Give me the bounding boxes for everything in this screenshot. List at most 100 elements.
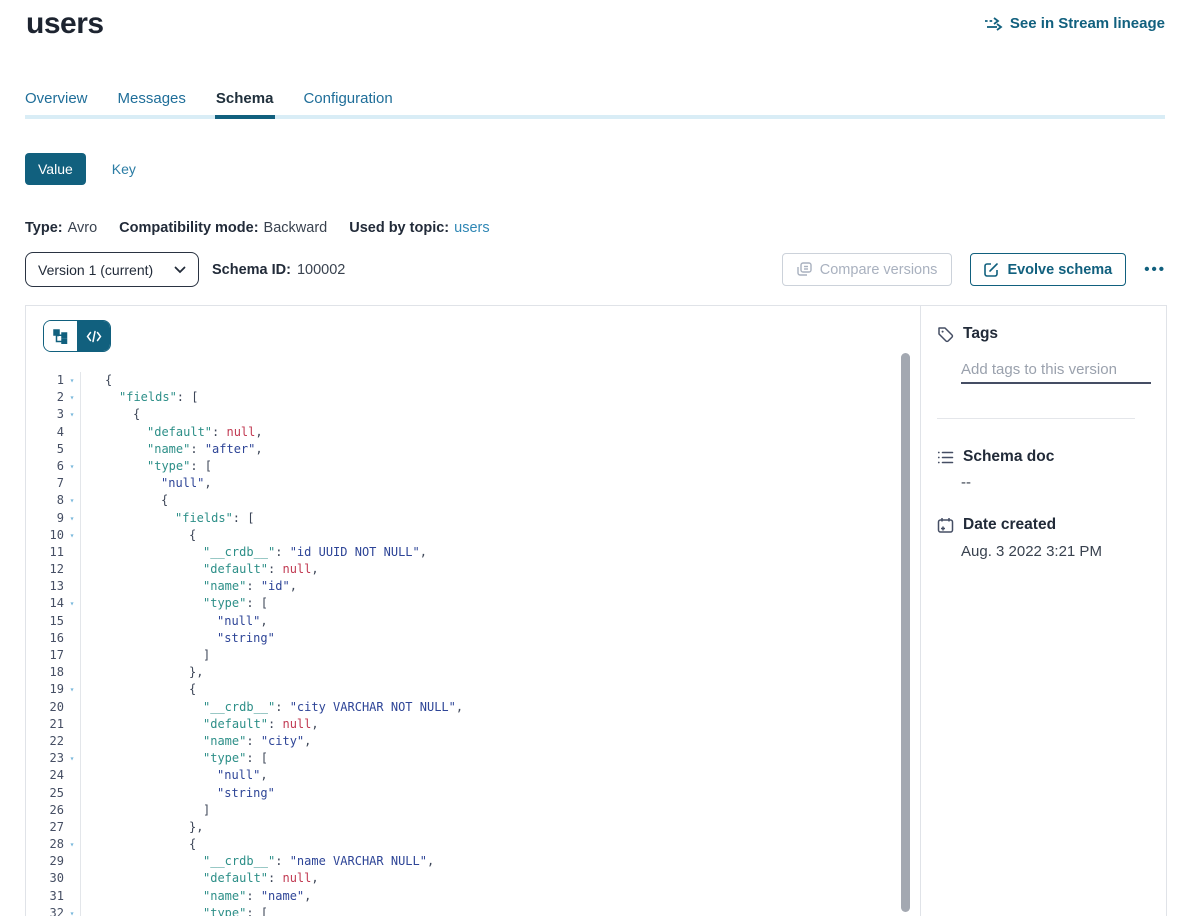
schema-actions: Compare versions Evolve schema •••	[782, 253, 1166, 286]
schema-doc-header: Schema doc	[937, 448, 1054, 466]
code-gutter: 31	[26, 888, 81, 905]
line-number: 23	[26, 750, 64, 767]
code-view-button[interactable]	[77, 321, 110, 351]
edit-icon	[984, 262, 999, 277]
collapse-toggle-icon[interactable]: ▾	[64, 389, 80, 406]
code-line: 14▾"type": [	[26, 595, 922, 612]
code-line: 1▾{	[26, 372, 922, 389]
tab-messages[interactable]: Messages	[118, 90, 186, 107]
collapse-spacer	[64, 733, 80, 750]
value-tab-button[interactable]: Value	[25, 153, 86, 185]
collapse-toggle-icon[interactable]: ▾	[64, 681, 80, 698]
code-gutter: 14▾	[26, 595, 81, 612]
tab-underline-track	[25, 115, 1165, 119]
collapse-spacer	[64, 475, 80, 492]
code-text: "name": "name",	[81, 888, 311, 905]
compare-versions-button[interactable]: Compare versions	[782, 253, 953, 286]
collapse-spacer	[64, 853, 80, 870]
code-text: "__crdb__": "city VARCHAR NOT NULL",	[81, 699, 463, 716]
code-gutter: 16	[26, 630, 81, 647]
topic-link[interactable]: users	[454, 220, 489, 236]
code-line: 29"__crdb__": "name VARCHAR NULL",	[26, 853, 922, 870]
date-created-value: Aug. 3 2022 3:21 PM	[961, 543, 1102, 560]
code-gutter: 11	[26, 544, 81, 561]
code-line: 11"__crdb__": "id UUID NOT NULL",	[26, 544, 922, 561]
line-number: 15	[26, 613, 64, 630]
line-number: 9	[26, 510, 64, 527]
line-number: 25	[26, 785, 64, 802]
schema-page: users See in Stream lineage Overview Mess…	[0, 0, 1189, 916]
code-gutter: 1▾	[26, 372, 81, 389]
collapse-toggle-icon[interactable]: ▾	[64, 510, 80, 527]
version-select[interactable]: Version 1 (current)	[25, 252, 199, 287]
code-text: "fields": [	[81, 389, 198, 406]
code-gutter: 32▾	[26, 905, 81, 916]
line-number: 30	[26, 870, 64, 887]
used-by-topic-label: Used by topic:	[349, 220, 449, 236]
key-tab-link[interactable]: Key	[112, 161, 136, 177]
code-gutter: 2▾	[26, 389, 81, 406]
schema-doc-value: --	[961, 474, 971, 491]
collapse-toggle-icon[interactable]: ▾	[64, 372, 80, 389]
tab-schema[interactable]: Schema	[216, 90, 274, 107]
evolve-schema-label: Evolve schema	[1007, 262, 1112, 278]
code-gutter: 29	[26, 853, 81, 870]
collapse-spacer	[64, 424, 80, 441]
collapse-spacer	[64, 819, 80, 836]
code-scrollbar-thumb[interactable]	[901, 353, 910, 912]
tag-icon	[937, 326, 954, 343]
line-number: 22	[26, 733, 64, 750]
evolve-schema-button[interactable]: Evolve schema	[970, 253, 1126, 286]
tags-input[interactable]	[961, 356, 1151, 384]
code-text: ]	[81, 802, 210, 819]
collapse-toggle-icon[interactable]: ▾	[64, 458, 80, 475]
code-text: },	[81, 664, 203, 681]
collapse-toggle-icon[interactable]: ▾	[64, 750, 80, 767]
calendar-plus-icon	[937, 517, 954, 534]
collapse-toggle-icon[interactable]: ▾	[64, 836, 80, 853]
collapse-toggle-icon[interactable]: ▾	[64, 527, 80, 544]
tab-configuration[interactable]: Configuration	[303, 90, 392, 107]
code-text: "name": "after",	[81, 441, 263, 458]
code-text: "__crdb__": "id UUID NOT NULL",	[81, 544, 427, 561]
code-text: "default": null,	[81, 716, 319, 733]
code-line: 7"null",	[26, 475, 922, 492]
stream-lineage-link[interactable]: See in Stream lineage	[984, 15, 1165, 32]
code-gutter: 25	[26, 785, 81, 802]
code-gutter: 17	[26, 647, 81, 664]
more-options-button[interactable]: •••	[1144, 261, 1166, 278]
tree-view-icon	[53, 329, 68, 344]
collapse-toggle-icon[interactable]: ▾	[64, 406, 80, 423]
tree-view-button[interactable]	[44, 321, 77, 351]
collapse-toggle-icon[interactable]: ▾	[64, 492, 80, 509]
code-text: "fields": [	[81, 510, 254, 527]
line-number: 8	[26, 492, 64, 509]
line-number: 14	[26, 595, 64, 612]
line-number: 6	[26, 458, 64, 475]
code-line: 10▾{	[26, 527, 922, 544]
line-number: 21	[26, 716, 64, 733]
code-gutter: 5	[26, 441, 81, 458]
code-gutter: 28▾	[26, 836, 81, 853]
code-text: "type": [	[81, 750, 268, 767]
tab-overview[interactable]: Overview	[25, 90, 88, 107]
code-line: 6▾"type": [	[26, 458, 922, 475]
code-line: 2▾"fields": [	[26, 389, 922, 406]
version-toolbar: Version 1 (current) Schema ID: 100002	[25, 252, 1166, 287]
collapse-toggle-icon[interactable]: ▾	[64, 595, 80, 612]
code-text: "type": [	[81, 905, 268, 916]
code-text: ]	[81, 647, 210, 664]
line-number: 27	[26, 819, 64, 836]
line-number: 4	[26, 424, 64, 441]
version-select-value: Version 1 (current)	[38, 262, 153, 278]
collapse-spacer	[64, 613, 80, 630]
collapse-toggle-icon[interactable]: ▾	[64, 905, 80, 916]
code-line: 27},	[26, 819, 922, 836]
collapse-spacer	[64, 630, 80, 647]
code-gutter: 10▾	[26, 527, 81, 544]
collapse-spacer	[64, 785, 80, 802]
sidebar-divider	[937, 418, 1135, 419]
code-gutter: 27	[26, 819, 81, 836]
code-view-icon	[86, 330, 102, 343]
line-number: 26	[26, 802, 64, 819]
